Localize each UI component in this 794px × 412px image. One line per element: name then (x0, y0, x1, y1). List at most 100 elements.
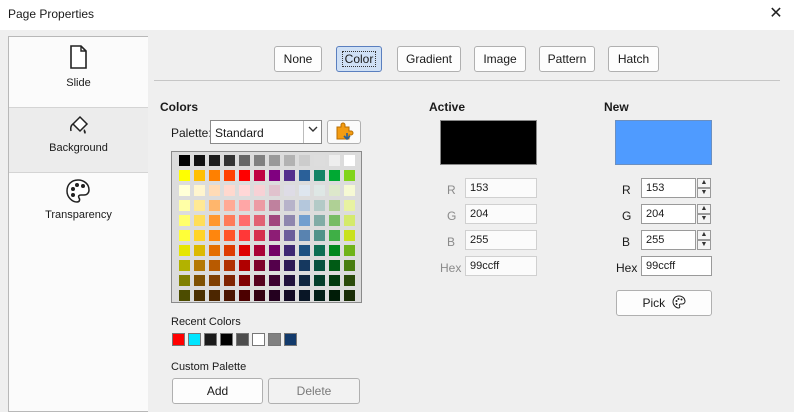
palette-swatch[interactable] (329, 230, 340, 241)
palette-swatch[interactable] (209, 290, 220, 301)
palette-swatch[interactable] (194, 215, 205, 226)
palette-swatch[interactable] (344, 200, 355, 211)
palette-swatch[interactable] (239, 185, 250, 196)
palette-swatch[interactable] (179, 230, 190, 241)
palette-swatch[interactable] (224, 290, 235, 301)
palette-swatch[interactable] (239, 245, 250, 256)
palette-swatch[interactable] (194, 170, 205, 181)
palette-swatch[interactable] (299, 260, 310, 271)
palette-swatch[interactable] (269, 215, 280, 226)
palette-swatch[interactable] (209, 260, 220, 271)
palette-swatch[interactable] (284, 260, 295, 271)
palette-swatch[interactable] (224, 185, 235, 196)
palette-swatch[interactable] (239, 260, 250, 271)
tab-none[interactable]: None (274, 46, 322, 72)
palette-swatch[interactable] (179, 155, 190, 166)
palette-swatch[interactable] (224, 170, 235, 181)
palette-swatch[interactable] (269, 260, 280, 271)
palette-swatch[interactable] (299, 170, 310, 181)
spin-up-icon[interactable]: ▲ (697, 230, 711, 240)
sidebar-item-slide[interactable]: Slide (9, 37, 148, 103)
palette-swatch[interactable] (239, 200, 250, 211)
palette-swatch[interactable] (299, 245, 310, 256)
spin-up-icon[interactable]: ▲ (697, 178, 711, 188)
palette-swatch[interactable] (314, 245, 325, 256)
close-icon[interactable]: ✕ (766, 4, 786, 24)
palette-swatch[interactable] (224, 275, 235, 286)
palette-swatch[interactable] (239, 230, 250, 241)
palette-swatch[interactable] (254, 215, 265, 226)
palette-swatch[interactable] (329, 215, 340, 226)
palette-swatch[interactable] (239, 215, 250, 226)
palette-swatch[interactable] (209, 275, 220, 286)
palette-swatch[interactable] (284, 170, 295, 181)
tab-gradient[interactable]: Gradient (397, 46, 461, 72)
palette-swatch[interactable] (314, 170, 325, 181)
palette-swatch[interactable] (284, 215, 295, 226)
palette-swatch[interactable] (179, 245, 190, 256)
palette-swatch[interactable] (269, 275, 280, 286)
palette-swatch[interactable] (239, 290, 250, 301)
palette-swatch[interactable] (254, 200, 265, 211)
add-button[interactable]: Add (172, 378, 263, 404)
palette-swatch[interactable] (179, 290, 190, 301)
palette-swatch[interactable] (269, 170, 280, 181)
palette-swatch[interactable] (344, 155, 355, 166)
palette-swatch[interactable] (179, 215, 190, 226)
palette-swatch[interactable] (254, 260, 265, 271)
palette-swatch[interactable] (284, 155, 295, 166)
delete-button[interactable]: Delete (268, 378, 360, 404)
palette-swatch[interactable] (284, 200, 295, 211)
tab-color[interactable]: Color (336, 46, 382, 72)
palette-swatch[interactable] (179, 170, 190, 181)
palette-swatch[interactable] (209, 215, 220, 226)
palette-swatch[interactable] (239, 275, 250, 286)
palette-swatch[interactable] (314, 185, 325, 196)
palette-swatch[interactable] (254, 170, 265, 181)
palette-swatch[interactable] (344, 230, 355, 241)
new-r-spinner[interactable]: ▲ ▼ (697, 178, 711, 198)
palette-swatch[interactable] (284, 290, 295, 301)
new-b-input[interactable]: 255 (641, 230, 696, 250)
palette-swatch[interactable] (194, 290, 205, 301)
palette-swatch[interactable] (224, 260, 235, 271)
recent-color-swatch[interactable] (284, 333, 297, 346)
palette-swatch[interactable] (239, 155, 250, 166)
palette-swatch[interactable] (209, 170, 220, 181)
palette-swatch[interactable] (314, 260, 325, 271)
recent-color-swatch[interactable] (220, 333, 233, 346)
new-b-spinner[interactable]: ▲ ▼ (697, 230, 711, 250)
palette-swatch[interactable] (224, 245, 235, 256)
palette-swatch[interactable] (344, 260, 355, 271)
palette-swatch[interactable] (299, 185, 310, 196)
recent-color-swatch[interactable] (188, 333, 201, 346)
recent-color-swatch[interactable] (204, 333, 217, 346)
palette-swatch[interactable] (299, 275, 310, 286)
palette-swatch[interactable] (314, 275, 325, 286)
palette-swatch[interactable] (344, 185, 355, 196)
palette-swatch[interactable] (224, 230, 235, 241)
palette-swatch[interactable] (254, 245, 265, 256)
palette-swatch[interactable] (194, 260, 205, 271)
palette-swatch[interactable] (179, 275, 190, 286)
palette-swatch[interactable] (329, 245, 340, 256)
tab-pattern[interactable]: Pattern (539, 46, 595, 72)
recent-color-swatch[interactable] (268, 333, 281, 346)
palette-swatch[interactable] (194, 155, 205, 166)
palette-swatch[interactable] (299, 290, 310, 301)
palette-swatch[interactable] (194, 185, 205, 196)
palette-swatch[interactable] (269, 155, 280, 166)
sidebar-item-background[interactable]: Background (9, 107, 148, 173)
palette-swatch[interactable] (209, 200, 220, 211)
palette-swatch[interactable] (224, 200, 235, 211)
palette-swatch[interactable] (344, 170, 355, 181)
palette-swatch[interactable] (224, 215, 235, 226)
palette-swatch[interactable] (269, 245, 280, 256)
palette-swatch[interactable] (224, 155, 235, 166)
palette-swatch[interactable] (269, 200, 280, 211)
palette-swatch[interactable] (254, 290, 265, 301)
palette-swatch[interactable] (269, 230, 280, 241)
recent-color-swatch[interactable] (252, 333, 265, 346)
palette-swatch[interactable] (314, 200, 325, 211)
palette-select[interactable]: Standard (210, 120, 322, 144)
